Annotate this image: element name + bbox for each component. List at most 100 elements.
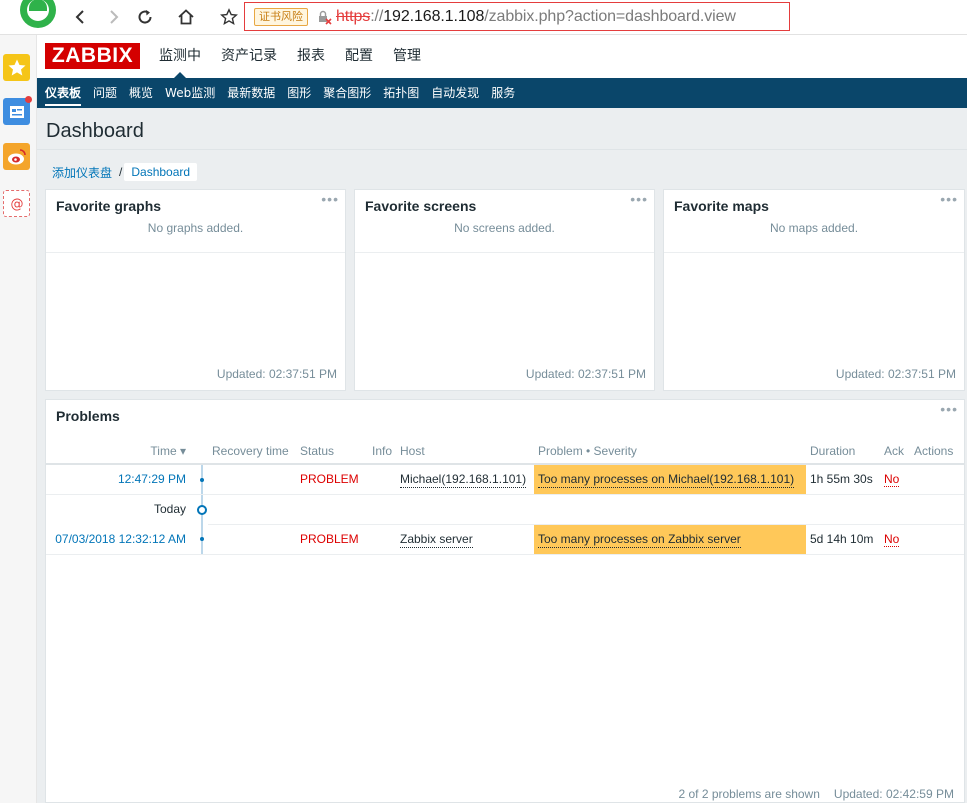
problem-link[interactable]: Too many processes on Michael(192.168.1.… xyxy=(538,472,795,489)
timeline-today-marker xyxy=(197,504,207,515)
status-badge: PROBLEM xyxy=(296,464,368,495)
favorite-graphs-widget: Favorite graphs ••• No graphs added. Upd… xyxy=(45,189,346,391)
col-timeline xyxy=(196,438,208,465)
notification-dot xyxy=(25,96,32,103)
today-separator-row: Today xyxy=(46,494,964,525)
breadcrumb: 添加仪表盘 / Dashboard xyxy=(47,162,198,182)
weibo-icon xyxy=(7,148,26,164)
ack-link[interactable]: No xyxy=(884,472,900,488)
table-row: 07/03/2018 12:32:12 AM PROBLEM Zabbix se… xyxy=(46,524,964,555)
status-badge: PROBLEM xyxy=(296,524,368,555)
submenu-web[interactable]: Web监测 xyxy=(159,78,221,108)
widget-updated: Updated: 02:37:51 PM xyxy=(835,367,956,381)
breadcrumb-separator: / xyxy=(119,165,123,179)
breadcrumb-current[interactable]: Dashboard xyxy=(124,163,198,181)
submenu-overview[interactable]: 概览 xyxy=(123,78,159,108)
submenu-maps[interactable]: 拓扑图 xyxy=(377,78,425,108)
recovery-time xyxy=(208,464,296,495)
sub-navigation: 仪表板 问题 概览 Web监测 最新数据 图形 聚合图形 拓扑图 自动发现 服务 xyxy=(37,78,967,108)
browser-sidebar: @ xyxy=(0,35,37,803)
col-ack: Ack xyxy=(880,438,910,465)
widget-menu-button[interactable]: ••• xyxy=(940,402,958,416)
widget-empty-text: No graphs added. xyxy=(46,220,345,253)
problem-time[interactable]: 07/03/2018 12:32:12 AM xyxy=(46,524,196,555)
col-duration: Duration xyxy=(806,438,880,465)
zabbix-app: ZABBIX 监测中 资产记录 报表 配置 管理 仪表板 问题 概览 Web监测… xyxy=(37,35,967,803)
submenu-screens[interactable]: 聚合图形 xyxy=(317,78,377,108)
star-icon xyxy=(8,59,25,75)
problems-footer: 2 of 2 problems are shown Updated: 02:42… xyxy=(678,787,954,801)
host-link[interactable]: Zabbix server xyxy=(400,532,473,548)
zabbix-logo[interactable]: ZABBIX xyxy=(45,43,140,69)
menu-inventory[interactable]: 资产记录 xyxy=(211,35,287,78)
widget-menu-button[interactable]: ••• xyxy=(630,192,648,206)
problem-cell: Too many processes on Michael(192.168.1.… xyxy=(534,464,806,495)
menu-configuration[interactable]: 配置 xyxy=(335,35,383,78)
timeline-dot xyxy=(200,537,204,541)
submenu-dashboard[interactable]: 仪表板 xyxy=(39,78,87,108)
duration-cell: 1h 55m 30s xyxy=(806,464,880,495)
col-host[interactable]: Host xyxy=(396,438,534,465)
submenu-problems[interactable]: 问题 xyxy=(87,78,123,108)
widget-empty-text: No screens added. xyxy=(355,220,654,253)
submenu-latest-data[interactable]: 最新数据 xyxy=(221,78,281,108)
favorite-screens-widget: Favorite screens ••• No screens added. U… xyxy=(354,189,655,391)
browser-logo-icon xyxy=(20,0,56,28)
menu-reports[interactable]: 报表 xyxy=(287,35,335,78)
col-time[interactable]: Time ▾ xyxy=(46,438,196,465)
widget-title: Problems xyxy=(56,408,120,424)
timeline-cell xyxy=(196,524,208,555)
cert-warning-badge[interactable]: 证书风险 xyxy=(254,7,308,26)
menu-monitoring[interactable]: 监测中 xyxy=(149,35,211,78)
address-bar[interactable]: 证书风险 https://192.168.1.108/zabbix.php?ac… xyxy=(244,2,790,31)
widget-title: Favorite screens xyxy=(365,198,477,214)
browser-toolbar: 证书风险 https://192.168.1.108/zabbix.php?ac… xyxy=(0,0,967,35)
insecure-lock-icon xyxy=(319,10,332,25)
problem-time[interactable]: 12:47:29 PM xyxy=(46,464,196,495)
actions-cell xyxy=(910,524,964,555)
host-link[interactable]: Michael(192.168.1.101) xyxy=(400,472,527,489)
back-button[interactable] xyxy=(68,5,92,29)
url-text: https://192.168.1.108/zabbix.php?action=… xyxy=(336,7,736,25)
svg-text:@: @ xyxy=(10,197,23,212)
today-label: Today xyxy=(153,502,186,517)
host-cell: Zabbix server xyxy=(396,524,534,555)
forward-button[interactable] xyxy=(102,5,126,29)
host-cell: Michael(192.168.1.101) xyxy=(396,464,534,495)
home-icon xyxy=(178,9,194,25)
col-problem-severity[interactable]: Problem • Severity xyxy=(534,438,806,465)
top-navigation: ZABBIX 监测中 资产记录 报表 配置 管理 xyxy=(37,35,967,78)
home-button[interactable] xyxy=(174,5,198,29)
submenu-discovery[interactable]: 自动发现 xyxy=(425,78,485,108)
menu-administration[interactable]: 管理 xyxy=(383,35,431,78)
star-outline-icon xyxy=(220,8,238,26)
widget-menu-button[interactable]: ••• xyxy=(940,192,958,206)
col-status: Status xyxy=(296,438,368,465)
problems-updated: Updated: 02:42:59 PM xyxy=(833,787,954,801)
table-row: 12:47:29 PM PROBLEM Michael(192.168.1.10… xyxy=(46,464,964,495)
ack-link[interactable]: No xyxy=(884,532,900,547)
problems-count: 2 of 2 problems are shown xyxy=(678,787,820,801)
widget-empty-text: No maps added. xyxy=(664,220,964,253)
widget-title: Favorite maps xyxy=(674,198,769,214)
favorites-sidebar-button[interactable] xyxy=(3,54,30,81)
mail-sidebar-button[interactable]: @ xyxy=(3,190,30,217)
bookmark-button[interactable] xyxy=(217,5,241,29)
submenu-graphs[interactable]: 图形 xyxy=(281,78,317,108)
news-sidebar-button[interactable] xyxy=(3,96,32,125)
widget-updated: Updated: 02:37:51 PM xyxy=(216,367,337,381)
widget-updated: Updated: 02:37:51 PM xyxy=(525,367,646,381)
news-icon xyxy=(9,105,24,118)
weibo-sidebar-button[interactable] xyxy=(3,143,30,170)
actions-cell xyxy=(910,464,964,495)
breadcrumb-add-dashboard[interactable]: 添加仪表盘 xyxy=(47,164,117,181)
reload-button[interactable] xyxy=(133,5,157,29)
col-actions: Actions xyxy=(910,438,964,465)
problems-table: Time ▾ Recovery time Status Info Host Pr… xyxy=(46,438,964,555)
info-cell xyxy=(368,524,396,555)
main-menu: 监测中 资产记录 报表 配置 管理 xyxy=(149,35,431,78)
widget-menu-button[interactable]: ••• xyxy=(321,192,339,206)
submenu-services[interactable]: 服务 xyxy=(485,78,521,108)
at-mail-icon: @ xyxy=(10,197,23,212)
problem-link[interactable]: Too many processes on Zabbix server xyxy=(538,532,741,548)
